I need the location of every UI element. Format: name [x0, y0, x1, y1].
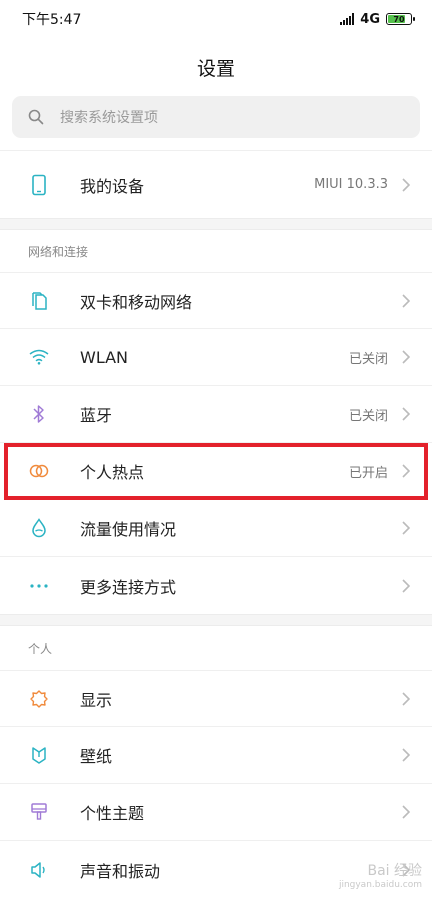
settings-item-theme[interactable]: 个性主题	[0, 784, 432, 841]
wifi-icon	[28, 346, 50, 368]
chevron-right-icon	[402, 748, 412, 762]
section-header-personal: 个人	[28, 641, 53, 656]
section-header-network: 网络和连接	[28, 244, 89, 259]
speaker-icon	[28, 859, 50, 881]
baidu-watermark: Bai 经验 jingyan.baidu.com	[339, 864, 422, 892]
section-divider	[0, 614, 432, 626]
title-bar: 设置	[0, 38, 432, 96]
battery-level: 70	[393, 14, 405, 24]
settings-item-sim-network[interactable]: 双卡和移动网络	[0, 272, 432, 329]
search-container: 搜索系统设置项	[0, 96, 432, 138]
settings-item-label: WLAN	[80, 347, 129, 367]
settings-item-value: 已关闭	[348, 351, 388, 367]
settings-item-hotspot[interactable]: 个人热点 已开启	[4, 443, 428, 500]
settings-item-more-connections[interactable]: 更多连接方式	[0, 557, 432, 614]
chevron-right-icon	[402, 521, 412, 535]
chevron-right-icon	[402, 350, 412, 364]
chevron-right-icon	[402, 578, 412, 593]
chevron-right-icon	[402, 177, 412, 192]
settings-item-label: 壁纸	[80, 747, 113, 766]
settings-item-value: 已关闭	[348, 408, 388, 424]
search-placeholder: 搜索系统设置项	[60, 110, 158, 126]
sim-card-icon	[28, 290, 50, 312]
phone-icon	[28, 174, 50, 196]
water-drop-icon	[28, 517, 50, 539]
settings-item-label: 流量使用情况	[80, 520, 177, 539]
settings-item-my-device[interactable]: 我的设备 MIUI 10.3.3	[0, 150, 432, 218]
search-input[interactable]: 搜索系统设置项	[12, 96, 420, 138]
status-time: 下午5:47	[22, 12, 82, 28]
wallpaper-icon	[28, 744, 50, 766]
chevron-right-icon	[402, 805, 412, 819]
settings-item-display[interactable]: 显示	[0, 670, 432, 727]
settings-item-label: 我的设备	[80, 176, 145, 196]
settings-item-label: 双卡和移动网络	[80, 292, 193, 312]
settings-item-label: 个性主题	[80, 804, 145, 823]
settings-item-label: 蓝牙	[80, 406, 113, 425]
watermark-url: jingyan.baidu.com	[338, 880, 422, 890]
section-divider	[0, 218, 432, 230]
signal-strength-icon	[340, 13, 355, 25]
theme-brush-icon	[28, 801, 50, 823]
status-indicators: 4G 70	[340, 11, 415, 27]
chevron-right-icon	[402, 407, 412, 421]
network-type: 4G	[360, 11, 380, 27]
settings-item-label: 显示	[80, 690, 113, 710]
settings-item-wlan[interactable]: WLAN 已关闭	[0, 329, 432, 386]
chevron-right-icon	[402, 464, 412, 478]
status-bar: 下午5:47 4G 70	[0, 0, 432, 38]
page-title: 设置	[196, 57, 235, 80]
settings-item-value: MIUI 10.3.3	[314, 177, 388, 192]
chevron-right-icon	[402, 691, 412, 706]
settings-item-bluetooth[interactable]: 蓝牙 已关闭	[0, 386, 432, 443]
brightness-icon	[28, 688, 50, 710]
hotspot-icon	[28, 460, 50, 482]
settings-item-label: 更多连接方式	[80, 577, 177, 597]
settings-item-label: 个人热点	[80, 463, 145, 482]
more-dots-icon	[28, 575, 50, 597]
battery-icon: 70	[386, 13, 415, 25]
settings-item-data-usage[interactable]: 流量使用情况	[0, 500, 432, 557]
chevron-right-icon	[402, 293, 412, 308]
watermark-text: Bai 经验	[367, 863, 422, 879]
bluetooth-icon	[28, 403, 50, 425]
settings-item-value: 已开启	[348, 465, 388, 481]
search-icon	[28, 109, 44, 125]
settings-item-wallpaper[interactable]: 壁纸	[0, 727, 432, 784]
